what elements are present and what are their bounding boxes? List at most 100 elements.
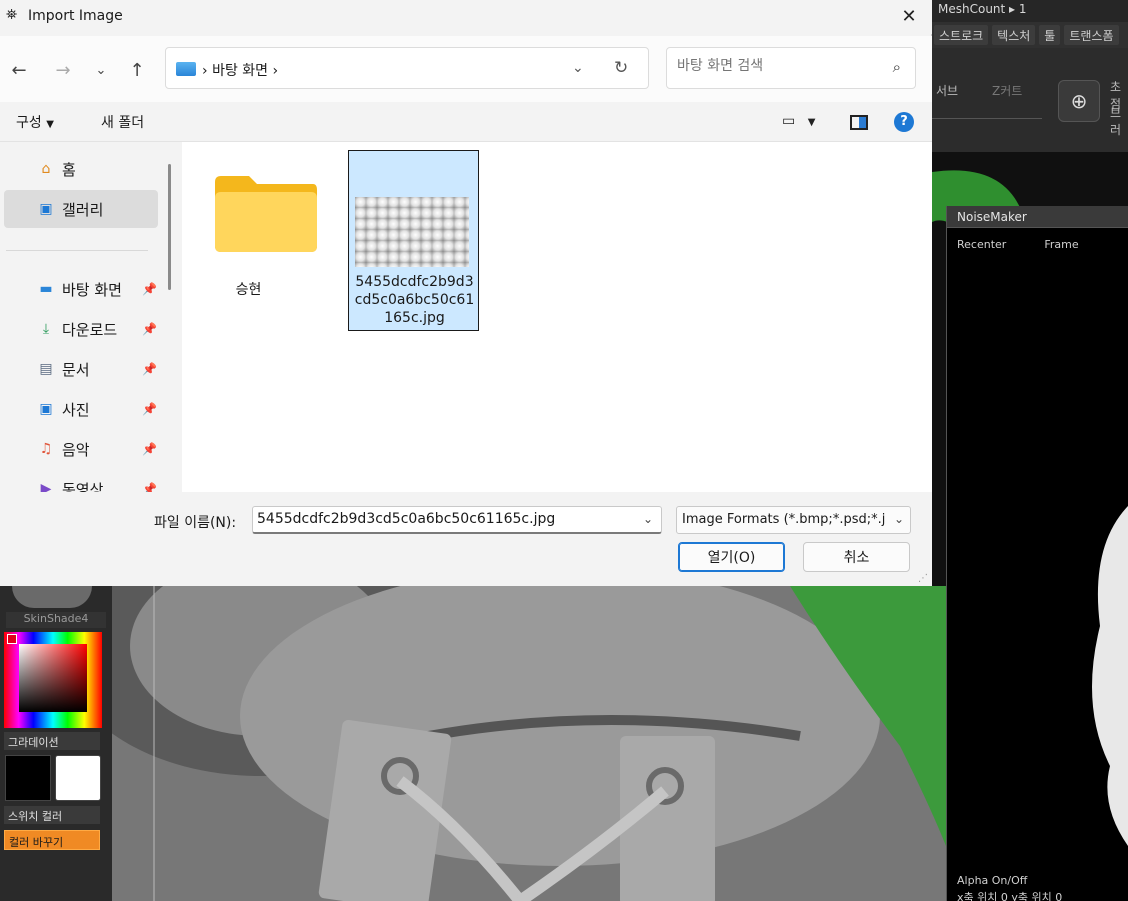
close-icon: ✕: [901, 5, 917, 27]
brush-label[interactable]: 브러: [1110, 104, 1128, 138]
alpha-toggle[interactable]: Alpha On/Off: [957, 874, 1027, 887]
pin-icon[interactable]: 📌: [142, 482, 157, 492]
color-saturation-square[interactable]: [19, 644, 87, 712]
up-button[interactable]: ↑: [122, 56, 152, 84]
noisemaker-panel: NoiseMaker Recenter Frame Alpha On/Off x…: [946, 206, 1128, 901]
close-button[interactable]: ✕: [886, 0, 932, 32]
sculpt-viewport[interactable]: [0, 586, 946, 901]
matcap-label: SkinShade4: [6, 612, 106, 628]
sidebar-item-label: 갤러리: [62, 200, 104, 219]
file-list[interactable]: 승현 5455dcdfc2b9d3cd5c0a6bc50c61165c.jpg: [182, 142, 932, 492]
pin-icon[interactable]: 📌: [142, 402, 157, 416]
menu-texture[interactable]: 텍스처: [992, 25, 1036, 45]
sidebar-item-videos[interactable]: ▶ 동영상 📌: [4, 470, 158, 493]
recent-locations-button[interactable]: ⌄: [86, 56, 116, 84]
sidebar-item-label: 음악: [62, 440, 90, 459]
chevron-down-icon: ⌄: [893, 512, 904, 526]
sidebar-item-pictures[interactable]: ▣ 사진 📌: [4, 390, 158, 428]
file-name: 5455dcdfc2b9d3cd5c0a6bc50c61165c.jpg: [354, 274, 475, 326]
sidebar-item-music[interactable]: ♫ 음악 📌: [4, 430, 158, 468]
view-options-button[interactable]: ▭ ▼: [782, 113, 815, 129]
current-color-swatch[interactable]: [7, 634, 17, 644]
organize-menu[interactable]: 구성 ▼: [16, 112, 54, 132]
command-bar: 구성 ▼ 새 폴더 ▭ ▼: [0, 102, 932, 142]
color-picker[interactable]: [4, 632, 102, 728]
primary-color-swatch[interactable]: [5, 755, 51, 801]
refresh-icon[interactable]: ↻: [614, 58, 628, 78]
sidebar-item-gallery[interactable]: ▣ 갤러리: [4, 190, 158, 228]
breadcrumb[interactable]: › 바탕 화면 ›: [202, 60, 278, 80]
dialog-title: Import Image: [28, 8, 123, 24]
download-icon: ⤓: [42, 321, 50, 337]
title-bar[interactable]: ⛯ Import Image ✕: [0, 0, 932, 34]
divider: [932, 118, 1042, 119]
sidebar-item-documents[interactable]: ▤ 문서 📌: [4, 350, 158, 388]
image-thumbnail: [355, 197, 469, 267]
sidebar-item-label: 동영상: [62, 480, 104, 493]
video-icon: ▶: [40, 481, 52, 492]
white-sculpt-preview: [1092, 506, 1128, 846]
pin-icon[interactable]: 📌: [142, 282, 157, 296]
recenter-button[interactable]: Recenter: [957, 238, 1006, 251]
resize-grip-icon[interactable]: ⋰: [918, 573, 928, 584]
secondary-color-swatch[interactable]: [55, 755, 101, 801]
help-icon[interactable]: ?: [894, 112, 914, 132]
menu-transform[interactable]: 트랜스폼: [1064, 25, 1119, 45]
import-image-dialog: ⛯ Import Image ✕ ← → ⌄ ↑ › 바탕 화면 › ⌄ ↻ ⌕…: [0, 0, 932, 586]
noisemaker-toolbar: Recenter Frame: [947, 228, 1128, 261]
brush-icon[interactable]: ⊕: [1058, 80, 1100, 122]
cancel-button[interactable]: 취소: [803, 542, 910, 572]
search-input[interactable]: [677, 58, 877, 74]
zbrush-app-icon: ⛯: [6, 7, 18, 23]
chevron-down-icon: ⌄: [95, 62, 107, 78]
noisemaker-title: NoiseMaker: [947, 206, 1128, 228]
search-box[interactable]: ⌕: [666, 47, 916, 89]
image-file-item[interactable]: 5455dcdfc2b9d3cd5c0a6bc50c61165c.jpg: [348, 150, 479, 331]
change-color-button[interactable]: 컬러 바꾸기: [4, 830, 100, 850]
navigation-bar: ← → ⌄ ↑ › 바탕 화면 › ⌄ ↻ ⌕: [0, 36, 932, 102]
home-icon: ⌂: [41, 161, 51, 177]
new-folder-button[interactable]: 새 폴더: [101, 112, 144, 132]
folder-item[interactable]: 승현: [182, 150, 317, 331]
file-type-filter-value: Image Formats (*.bmp;*.psd;*.j: [682, 512, 886, 527]
switch-color-button[interactable]: 스위치 컬러: [4, 806, 100, 824]
sub-label[interactable]: 서브: [936, 82, 958, 99]
menu-stroke[interactable]: 스트로크: [934, 25, 989, 45]
sidebar-item-desktop[interactable]: ▬ 바탕 화면 📌: [4, 270, 158, 308]
pictures-icon: ▣: [39, 401, 53, 417]
breadcrumb-desktop[interactable]: 바탕 화면: [212, 63, 268, 79]
meshcount-readout: MeshCount ▸ 1: [932, 0, 1128, 22]
gradient-button[interactable]: 그라데이션: [4, 732, 100, 750]
gallery-icon: ▣: [39, 201, 53, 217]
chevron-down-icon[interactable]: ⌄: [643, 512, 653, 526]
desktop-icon: ▬: [39, 281, 53, 297]
frame-button[interactable]: Frame: [1044, 238, 1078, 251]
sculpt-render: [0, 586, 946, 901]
pin-icon[interactable]: 📌: [142, 442, 157, 456]
sidebar-item-downloads[interactable]: ⤓ 다운로드 📌: [4, 310, 158, 348]
open-button[interactable]: 열기(O): [678, 542, 785, 572]
matcap-preview[interactable]: [12, 586, 92, 608]
back-button[interactable]: ←: [4, 56, 34, 84]
pin-icon[interactable]: 📌: [142, 322, 157, 336]
forward-button[interactable]: →: [48, 56, 78, 84]
sidebar-item-label: 문서: [62, 360, 90, 379]
zbrush-menubar: 스트로크 텍스처 툴 트랜스폼: [932, 22, 1128, 48]
position-readout: x축 위치 0 y축 위치 0: [957, 891, 1063, 901]
filename-combobox[interactable]: ⌄: [252, 506, 662, 534]
preview-pane-icon[interactable]: [850, 115, 868, 130]
caret-down-icon: ▼: [807, 117, 816, 128]
address-dropdown-icon[interactable]: ⌄: [572, 60, 584, 76]
address-bar[interactable]: › 바탕 화면 › ⌄ ↻: [165, 47, 649, 89]
sidebar-scrollbar[interactable]: [168, 164, 171, 290]
zcut-label[interactable]: Z커트: [992, 82, 1022, 99]
file-type-filter[interactable]: Image Formats (*.bmp;*.psd;*.j ⌄: [676, 506, 911, 534]
document-icon: ▤: [39, 361, 53, 377]
arrow-up-icon: ↑: [129, 59, 145, 81]
filename-input[interactable]: [257, 511, 627, 527]
sidebar-divider: [6, 250, 148, 251]
sidebar-item-home[interactable]: ⌂ 홈: [4, 150, 158, 188]
menu-tool[interactable]: 툴: [1039, 25, 1061, 45]
search-icon[interactable]: ⌕: [893, 58, 901, 76]
pin-icon[interactable]: 📌: [142, 362, 157, 376]
